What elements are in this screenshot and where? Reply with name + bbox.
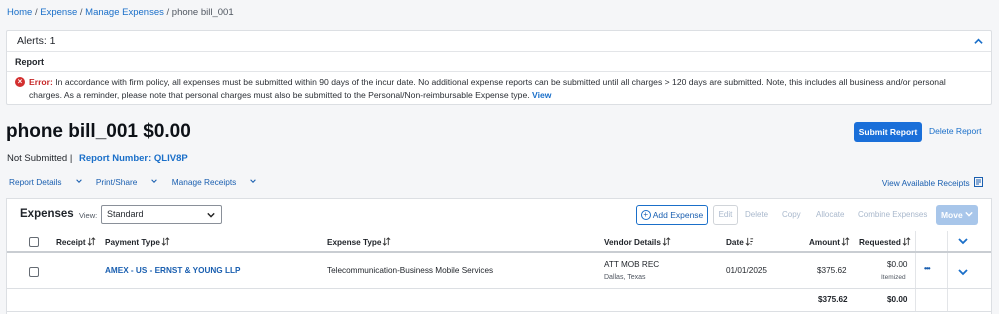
add-expense-label: Add Expense [652,210,704,220]
total-requested: $0.00 [887,295,908,304]
alerts-section-title: Report [7,52,991,72]
sort-icon [841,237,850,246]
add-expense-button[interactable]: + Add Expense [636,205,708,225]
column-requested-label: Requested [859,238,901,247]
breadcrumb-separator: / [34,7,38,18]
move-label: Move [940,210,963,220]
chevron-down-icon [75,179,82,183]
chevron-down-icon [207,212,215,218]
sort-icon [662,237,671,246]
view-label: View: [79,211,98,220]
row-vendor-location: Dallas, Texas [604,274,646,281]
row-amount: $375.62 [817,266,847,275]
report-number: Report Number: QLIV8P [78,153,188,164]
manage-receipts-menu[interactable]: Manage Receipts [172,177,257,187]
column-header-requested[interactable]: Requested [859,237,911,247]
status-text: Not Submitted [7,153,68,164]
delete-expense-button[interactable]: Delete [745,210,768,219]
report-actions: Report Details Print/Share Manage Receip… [9,177,268,187]
row-vendor: ATT MOB REC [604,260,660,269]
column-header-receipt[interactable]: Receipt [56,237,96,247]
move-button[interactable]: Move [936,205,978,225]
breadcrumb-home[interactable]: Home [7,7,32,18]
row-expand-chevron-icon[interactable] [958,267,968,279]
select-all-checkbox[interactable] [29,237,39,247]
column-date-label: Date [726,238,744,247]
row-checkbox[interactable] [29,267,39,277]
total-amount: $375.62 [818,295,848,304]
alerts-header[interactable]: Alerts: 1 [7,31,991,52]
row-expense-type: Telecommunication-Business Mobile Servic… [327,266,494,275]
alert-view-link[interactable]: View [532,90,551,100]
expenses-title: Expenses [20,208,74,220]
column-header-date[interactable]: Date [726,237,754,247]
breadcrumb-separator: / [166,7,170,18]
alert-message: × Error: In accordance with firm policy,… [15,76,979,102]
breadcrumb-current: phone bill_001 [171,7,234,18]
plus-icon: + [640,210,651,220]
error-label: Error: [29,77,53,87]
combine-expenses-button[interactable]: Combine Expenses [858,210,927,219]
alerts-panel: Alerts: 1 Report × Error: In accordance … [6,30,992,105]
receipt-icon [974,177,983,187]
manage-receipts-label: Manage Receipts [171,177,237,187]
status-separator: | [69,153,73,164]
error-icon: × [15,77,25,87]
sort-icon [161,237,170,246]
column-receipt-label: Receipt [56,238,86,247]
breadcrumb-separator: / [79,7,83,18]
print-share-label: Print/Share [95,177,138,187]
breadcrumb-manage-expenses[interactable]: Manage Expenses [85,7,164,18]
view-select[interactable]: Standard [101,205,222,224]
column-header-expense-type[interactable]: Expense Type [327,237,391,247]
view-available-receipts-link[interactable]: View Available Receipts [882,177,983,188]
column-header-payment-type[interactable]: Payment Type [105,237,170,247]
delete-report-button[interactable]: Delete Report [929,126,981,136]
report-details-label: Report Details [9,177,62,187]
page-title: phone bill_001 $0.00 [6,121,191,142]
sort-icon [87,237,95,246]
column-header-vendor-details[interactable]: Vendor Details [604,237,671,247]
submit-report-button[interactable]: Submit Report [854,122,922,142]
sort-icon [902,237,911,246]
column-header-amount[interactable]: Amount [809,237,850,247]
totals-row: $375.62 $0.00 [7,290,991,312]
view-available-receipts-label: View Available Receipts [881,178,970,188]
print-share-menu[interactable]: Print/Share [96,177,158,187]
breadcrumb-expense[interactable]: Expense [40,7,77,18]
chevron-down-icon [965,211,973,217]
copy-button[interactable]: Copy [782,210,801,219]
row-date: 01/01/2025 [726,266,767,275]
column-amount-label: Amount [809,238,840,247]
sort-descending-icon [745,237,753,246]
row-requested: $0.00 [887,260,908,269]
row-requested-note: Itemized [881,274,906,281]
allocate-button[interactable]: Allocate [816,210,844,219]
column-payment-type-label: Payment Type [105,238,160,247]
row-payment-type[interactable]: AMEX - US - ERNST & YOUNG LLP [105,266,240,275]
alerts-title: Alerts: 1 [17,35,56,47]
report-details-menu[interactable]: Report Details [9,177,82,187]
column-expense-type-label: Expense Type [327,238,382,247]
chevron-up-icon[interactable] [974,37,983,46]
chevron-down-icon [151,179,158,183]
view-select-value: Standard [107,209,144,219]
column-vendor-label: Vendor Details [604,238,661,247]
sort-icon [383,237,391,246]
table-header: Receipt Payment Type Expense Type Vendor… [7,231,991,253]
table-row[interactable]: AMEX - US - ERNST & YOUNG LLP Telecommun… [7,255,991,289]
chevron-down-icon [250,179,257,183]
error-text: In accordance with firm policy, all expe… [29,77,946,100]
edit-button[interactable]: Edit [713,205,738,225]
report-status-line: Not Submitted | Report Number: QLIV8P [7,153,188,164]
breadcrumb: Home / Expense / Manage Expenses / phone… [7,7,234,18]
expenses-panel: Expenses View: Standard + Add Expense Ed… [6,198,992,314]
expand-all-chevron-icon[interactable] [958,236,968,248]
row-more-actions-icon[interactable]: ••• [924,264,931,273]
